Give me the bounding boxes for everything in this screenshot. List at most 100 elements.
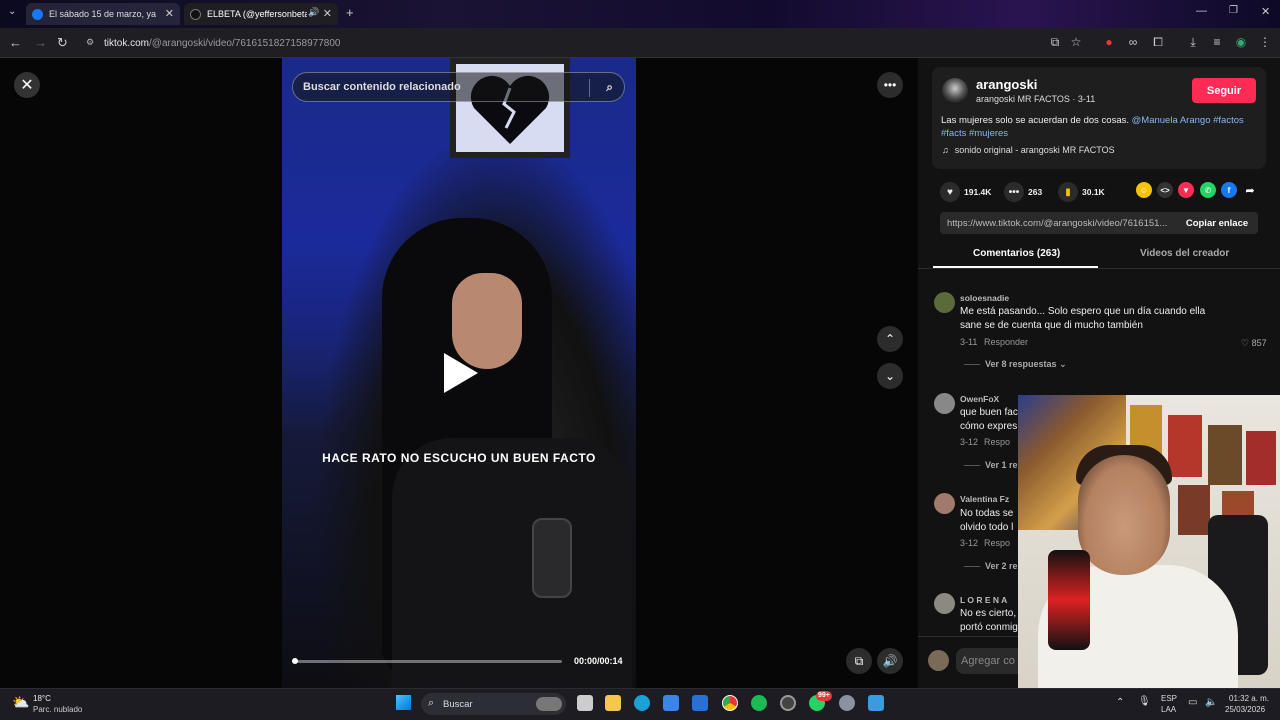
tab-search-icon[interactable]: ⌄: [8, 6, 16, 17]
comment-username[interactable]: L O R E N A: [960, 595, 1007, 605]
microphone-icon[interactable]: 🎙: [1138, 696, 1151, 707]
view-replies-label: Ver 2 re: [985, 561, 1018, 571]
facebook-share-icon[interactable]: f: [1221, 182, 1237, 198]
menu-kebab-icon[interactable]: ⋮: [1258, 35, 1272, 49]
file-explorer-icon[interactable]: [605, 695, 621, 711]
hashtag-links[interactable]: #facts #mujeres: [941, 128, 1008, 139]
related-search-input[interactable]: Buscar contenido relacionado ⌕: [292, 72, 625, 102]
input-layout[interactable]: LAA: [1161, 705, 1176, 714]
app-circle-icon[interactable]: [780, 695, 796, 711]
minimize-icon[interactable]: —: [1196, 5, 1207, 17]
link-icon[interactable]: ∞: [1126, 35, 1140, 49]
chrome-icon[interactable]: [722, 695, 738, 711]
sound-link[interactable]: ♫ sonido original - arangoski MR FACTOS: [942, 145, 1115, 155]
comment-username[interactable]: soloesnadie: [960, 293, 1009, 303]
search-icon[interactable]: ⌕: [606, 80, 613, 95]
profile-icon[interactable]: ◉: [1234, 35, 1248, 49]
restore-icon[interactable]: ❐: [1229, 5, 1238, 16]
reload-icon[interactable]: ↻: [57, 35, 68, 51]
play-icon[interactable]: [444, 353, 478, 393]
input-language[interactable]: ESP: [1161, 694, 1177, 703]
more-options-button[interactable]: •••: [877, 72, 903, 98]
outlook-icon[interactable]: [692, 695, 708, 711]
tab-tiktok[interactable]: ELBETA (@yeffersonbeta) | 🔊 ✕: [184, 3, 338, 25]
task-view-icon[interactable]: [577, 695, 593, 711]
download-icon[interactable]: ⤓: [1186, 35, 1200, 49]
reading-list-icon[interactable]: ≡: [1210, 35, 1224, 49]
weather-temp[interactable]: 18°C: [33, 694, 51, 703]
hashtag-link[interactable]: #factos: [1210, 115, 1244, 126]
progress-handle[interactable]: [292, 658, 298, 664]
video-progress-bar[interactable]: [292, 658, 562, 664]
back-icon[interactable]: ←: [9, 35, 22, 50]
tray-chevron-up-icon[interactable]: ⌃: [1116, 697, 1124, 708]
comment-username[interactable]: Valentina Fz: [960, 494, 1009, 504]
creator-username[interactable]: arangoski: [976, 77, 1037, 92]
avatar[interactable]: [934, 593, 955, 614]
view-replies-button[interactable]: Ver 1 re: [964, 460, 1018, 470]
close-icon[interactable]: ✕: [165, 7, 174, 20]
windows-start-icon[interactable]: [396, 695, 411, 710]
reply-button[interactable]: Respo: [984, 437, 1010, 447]
facebook-icon: [32, 8, 43, 20]
tab-facebook[interactable]: El sábado 15 de marzo, ya en l... ✕: [26, 3, 180, 25]
settings-gear-icon[interactable]: [839, 695, 855, 711]
close-video-button[interactable]: ✕: [14, 72, 40, 98]
avatar[interactable]: [934, 292, 955, 313]
music-note-icon: ♫: [942, 145, 949, 155]
comment-like-button[interactable]: ♡ 857: [1241, 338, 1267, 349]
clock-date[interactable]: 25/03/2026: [1225, 705, 1265, 714]
embed-icon[interactable]: <>: [1157, 182, 1173, 198]
like-button[interactable]: ♥ 191.4K: [940, 182, 991, 202]
speaker-icon[interactable]: 🔊: [308, 7, 319, 18]
forward-icon[interactable]: →: [34, 35, 47, 50]
spotify-icon[interactable]: [751, 695, 767, 711]
tab-creator-videos[interactable]: Videos del creador: [1140, 248, 1229, 259]
edge-icon[interactable]: [634, 695, 650, 711]
like-count: 191.4K: [964, 187, 992, 197]
copy-link-button[interactable]: Copiar enlace: [1176, 212, 1258, 234]
network-icon[interactable]: ▭: [1188, 697, 1197, 708]
new-tab-icon[interactable]: +: [346, 5, 354, 20]
video-caption: HACE RATO NO ESCUCHO UN BUEN FACTO: [322, 451, 596, 465]
weather-cloud-icon[interactable]: ⛅: [12, 694, 29, 711]
creator-avatar[interactable]: [942, 78, 968, 104]
store-icon[interactable]: [663, 695, 679, 711]
volume-button[interactable]: 🔊: [877, 648, 903, 674]
pip-button[interactable]: ⧉: [846, 648, 872, 674]
reply-button[interactable]: Responder: [984, 337, 1028, 347]
view-replies-button[interactable]: Ver 8 respuestas ⌄: [964, 359, 1067, 370]
previous-video-button[interactable]: ⌃: [877, 326, 903, 352]
comment-button[interactable]: ••• 263: [1004, 182, 1042, 202]
url-path: /@arangoski/video/7616151827158977800: [149, 37, 341, 49]
follow-button[interactable]: Seguir: [1192, 78, 1256, 103]
bookmark-star-icon[interactable]: ☆: [1069, 35, 1083, 49]
tab-comments[interactable]: Comentarios (263): [973, 248, 1060, 259]
avatar[interactable]: [934, 393, 955, 414]
url-field[interactable]: ⚙ tiktok.com/@arangoski/video/7616151827…: [78, 31, 1088, 55]
cast-icon[interactable]: ⧉: [1048, 35, 1062, 49]
whatsapp-icon[interactable]: ✆: [1200, 182, 1216, 198]
close-icon[interactable]: ✕: [323, 7, 332, 20]
next-video-button[interactable]: ⌄: [877, 363, 903, 389]
extension-red-icon[interactable]: ●: [1102, 35, 1116, 49]
save-button[interactable]: ▮ 30.1K: [1058, 182, 1105, 202]
close-window-icon[interactable]: ✕: [1261, 5, 1270, 18]
share-friends-icon[interactable]: ☺: [1136, 182, 1152, 198]
clock-time[interactable]: 01:32 a. m.: [1229, 694, 1269, 703]
avatar[interactable]: [934, 493, 955, 514]
webcam-overlay: [1018, 395, 1280, 696]
send-icon[interactable]: ▼: [1178, 182, 1194, 198]
taskbar-search[interactable]: ⌕ Buscar: [421, 693, 566, 715]
reply-button[interactable]: Respo: [984, 538, 1010, 548]
mention-link[interactable]: @Manuela Arango: [1132, 115, 1211, 126]
app-blue-icon[interactable]: [868, 695, 884, 711]
weather-desc[interactable]: Parc. nublado: [33, 705, 82, 714]
view-replies-button[interactable]: Ver 2 re: [964, 561, 1018, 571]
puzzle-icon[interactable]: ⧠: [1151, 35, 1165, 49]
share-arrow-icon[interactable]: ➦: [1242, 182, 1258, 198]
chevron-down-icon: ⌄: [884, 369, 896, 383]
volume-icon[interactable]: 🔈: [1205, 697, 1217, 708]
comment-username[interactable]: OwenFoX: [960, 394, 999, 404]
site-info-icon[interactable]: ⚙: [86, 37, 94, 48]
